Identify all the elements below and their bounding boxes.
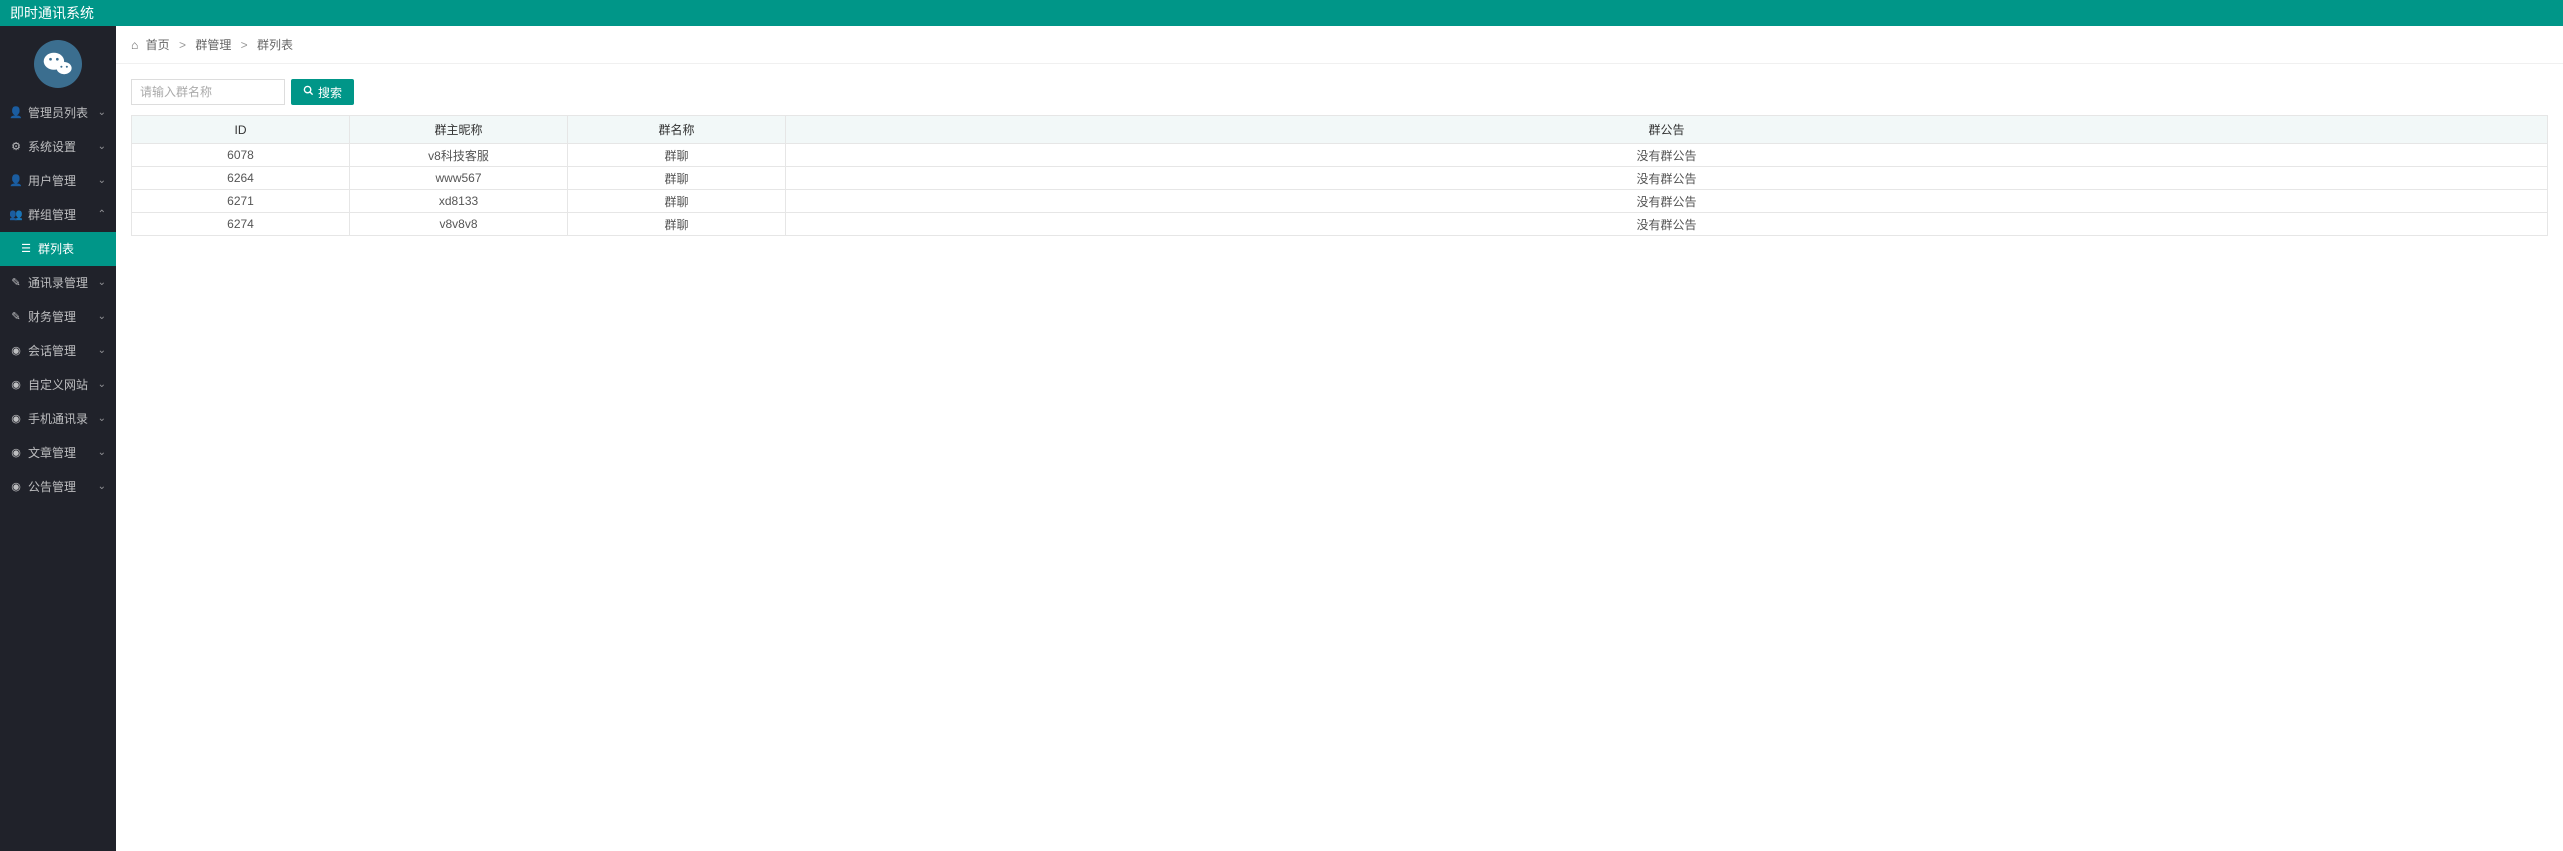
table-cell-id: 6078 — [132, 144, 350, 167]
sidebar-item-label: 文章管理 — [28, 436, 76, 470]
sidebar-item-user-management[interactable]: 👤 用户管理 ⌄ — [0, 164, 116, 198]
breadcrumb: ⌂ 首页 > 群管理 > 群列表 — [116, 26, 2563, 64]
breadcrumb-page: 群列表 — [257, 38, 293, 52]
table-row: 6274v8v8v8群聊没有群公告 — [132, 213, 2548, 236]
sidebar-item-phone-contacts[interactable]: ◉ 手机通讯录 ⌄ — [0, 402, 116, 436]
sidebar-item-contacts[interactable]: ✎ 通讯录管理 ⌄ — [0, 266, 116, 300]
table-cell-name: 群聊 — [568, 190, 786, 213]
chevron-down-icon: ⌄ — [98, 334, 106, 368]
users-icon: 👥 — [10, 198, 22, 232]
sidebar-item-label: 通讯录管理 — [28, 266, 88, 300]
search-row: 搜索 — [131, 79, 2548, 105]
breadcrumb-separator: > — [179, 38, 186, 52]
gear-icon: ⚙ — [10, 130, 22, 164]
breadcrumb-separator: > — [241, 38, 248, 52]
sidebar-item-label: 自定义网站 — [28, 368, 88, 402]
table-cell-id: 6271 — [132, 190, 350, 213]
breadcrumb-home[interactable]: 首页 — [146, 38, 170, 52]
table-cell-owner: v8科技客服 — [350, 144, 568, 167]
group-table: ID 群主昵称 群名称 群公告 6078v8科技客服群聊没有群公告6264www… — [131, 115, 2548, 236]
globe-icon: ◉ — [10, 368, 22, 402]
search-input[interactable] — [131, 79, 285, 105]
table-cell-notice: 没有群公告 — [786, 190, 2548, 213]
search-button[interactable]: 搜索 — [291, 79, 354, 105]
sidebar-item-label: 群组管理 — [28, 198, 76, 232]
logo-wrap — [0, 26, 116, 96]
app-title: 即时通讯系统 — [10, 5, 94, 21]
table-cell-owner: xd8133 — [350, 190, 568, 213]
table-header-owner: 群主昵称 — [350, 116, 568, 144]
sidebar-item-admin-list[interactable]: 👤 管理员列表 ⌄ — [0, 96, 116, 130]
sidebar-item-article[interactable]: ◉ 文章管理 ⌄ — [0, 436, 116, 470]
app-logo-icon — [34, 40, 82, 88]
table-cell-name: 群聊 — [568, 144, 786, 167]
sidebar-item-group-management[interactable]: 👥 群组管理 ⌃ — [0, 198, 116, 232]
sidebar-item-announcement[interactable]: ◉ 公告管理 ⌄ — [0, 470, 116, 504]
sidebar-item-label: 管理员列表 — [28, 96, 88, 130]
sidebar-item-system-settings[interactable]: ⚙ 系统设置 ⌄ — [0, 130, 116, 164]
search-icon — [303, 85, 314, 99]
chevron-down-icon: ⌄ — [98, 402, 106, 436]
chevron-up-icon: ⌃ — [98, 198, 106, 232]
table-row: 6078v8科技客服群聊没有群公告 — [132, 144, 2548, 167]
home-icon: ⌂ — [131, 38, 138, 52]
chevron-down-icon: ⌄ — [98, 164, 106, 198]
globe-icon: ◉ — [10, 470, 22, 504]
table-cell-id: 6264 — [132, 167, 350, 190]
chevron-down-icon: ⌄ — [98, 266, 106, 300]
globe-icon: ◉ — [10, 436, 22, 470]
app-header: 即时通讯系统 — [0, 0, 2563, 26]
globe-icon: ◉ — [10, 402, 22, 436]
table-cell-notice: 没有群公告 — [786, 213, 2548, 236]
sidebar-item-label: 公告管理 — [28, 470, 76, 504]
table-row: 6271xd8133群聊没有群公告 — [132, 190, 2548, 213]
sidebar-subitem-label: 群列表 — [38, 232, 74, 266]
main-content: ⌂ 首页 > 群管理 > 群列表 搜索 ID — [116, 26, 2563, 851]
sidebar-subitem-group-list[interactable]: ☰ 群列表 — [0, 232, 116, 266]
sidebar-item-custom-site[interactable]: ◉ 自定义网站 ⌄ — [0, 368, 116, 402]
edit-icon: ✎ — [10, 300, 22, 334]
table-cell-id: 6274 — [132, 213, 350, 236]
table-cell-notice: 没有群公告 — [786, 167, 2548, 190]
breadcrumb-section[interactable]: 群管理 — [195, 38, 231, 52]
sidebar-item-label: 用户管理 — [28, 164, 76, 198]
chevron-down-icon: ⌄ — [98, 130, 106, 164]
user-icon: 👤 — [10, 164, 22, 198]
table-cell-owner: v8v8v8 — [350, 213, 568, 236]
sidebar-item-label: 系统设置 — [28, 130, 76, 164]
table-cell-owner: www567 — [350, 167, 568, 190]
chevron-down-icon: ⌄ — [98, 300, 106, 334]
table-cell-notice: 没有群公告 — [786, 144, 2548, 167]
table-header-name: 群名称 — [568, 116, 786, 144]
table-header-notice: 群公告 — [786, 116, 2548, 144]
table-cell-name: 群聊 — [568, 213, 786, 236]
list-icon: ☰ — [20, 232, 32, 266]
search-button-label: 搜索 — [318, 84, 342, 101]
table-cell-name: 群聊 — [568, 167, 786, 190]
sidebar-item-finance[interactable]: ✎ 财务管理 ⌄ — [0, 300, 116, 334]
sidebar-item-session[interactable]: ◉ 会话管理 ⌄ — [0, 334, 116, 368]
chevron-down-icon: ⌄ — [98, 436, 106, 470]
sidebar-item-label: 手机通讯录 — [28, 402, 88, 436]
chevron-down-icon: ⌄ — [98, 368, 106, 402]
sidebar: 👤 管理员列表 ⌄ ⚙ 系统设置 ⌄ 👤 用户管理 ⌄ 👥 群组管理 — [0, 26, 116, 851]
sidebar-item-label: 会话管理 — [28, 334, 76, 368]
sidebar-item-label: 财务管理 — [28, 300, 76, 334]
chevron-down-icon: ⌄ — [98, 470, 106, 504]
user-icon: 👤 — [10, 96, 22, 130]
globe-icon: ◉ — [10, 334, 22, 368]
edit-icon: ✎ — [10, 266, 22, 300]
table-row: 6264www567群聊没有群公告 — [132, 167, 2548, 190]
table-header-id: ID — [132, 116, 350, 144]
chevron-down-icon: ⌄ — [98, 96, 106, 130]
